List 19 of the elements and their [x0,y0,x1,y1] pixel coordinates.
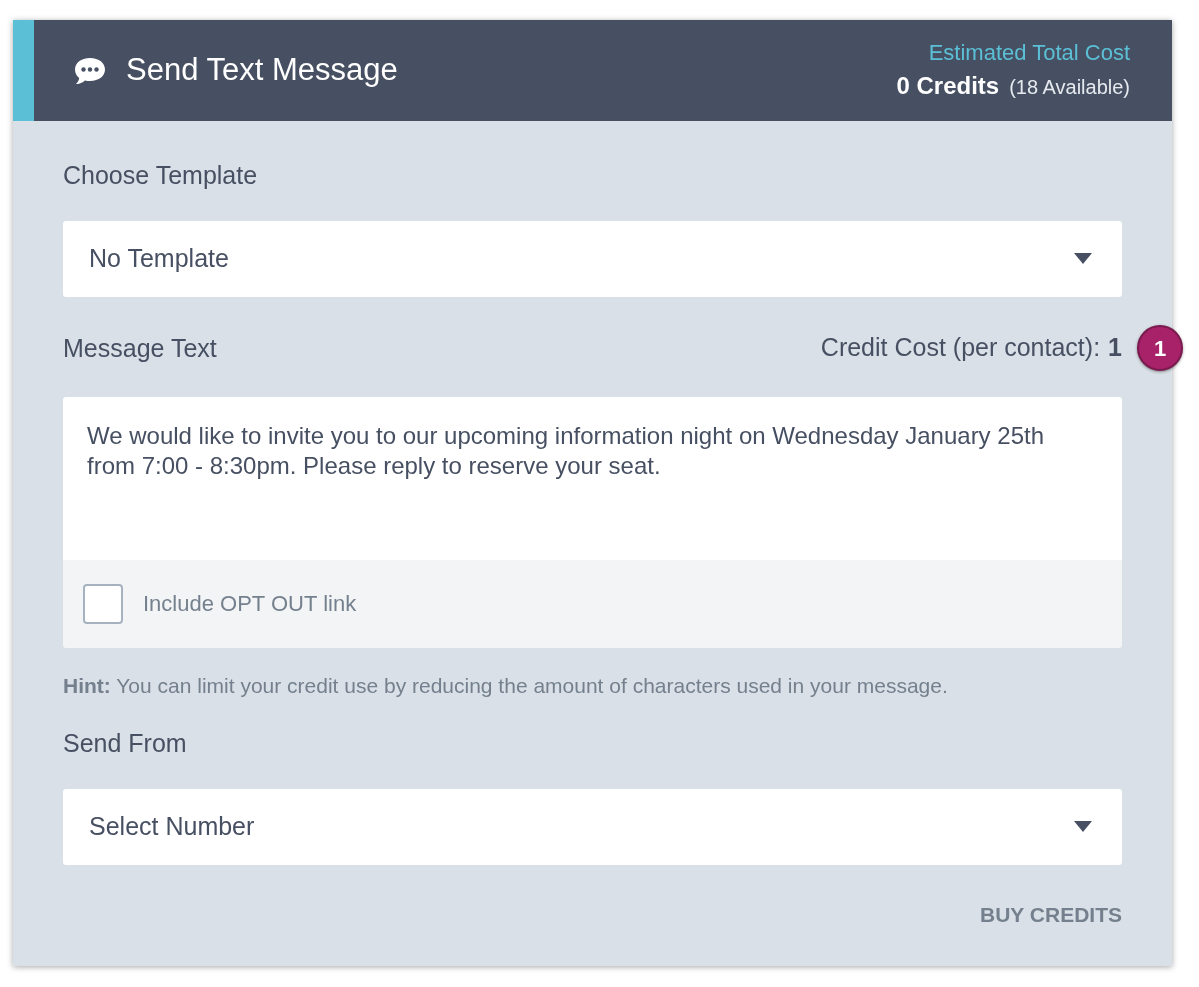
field-label: Send From [63,728,188,759]
field-label: Message Text [63,332,217,364]
field-label: Choose Template [63,160,259,191]
cost-label: Estimated Total Cost [928,38,1130,67]
dropdown[interactable]: Select Number [63,789,1122,865]
step-badge: 1 [1137,325,1183,371]
credits-total: 0 Credits [896,70,1000,101]
dialog-title: Send Text Message [126,51,398,90]
checkbox[interactable] [83,583,123,624]
message-field[interactable]: We would like to invite you to our upcoming information night on Wednesday January 25th from 7:00 - 8:30pm. Please reply to reserve your seat. [63,396,1122,560]
caret-icon [1074,253,1092,265]
hint-text: Hint: You can limit your credit use by reducing the amount of characters used in your message. [63,672,949,699]
chat-bubble-icon [74,56,106,85]
caret-icon [1074,821,1092,833]
dropdown[interactable]: No Template [63,221,1122,297]
credit-cost-value: 1 [1108,332,1122,363]
credit-cost-label: Credit Cost (per contact): [820,332,1101,363]
checkbox-label: Include OPT OUT link [143,590,357,618]
available-credits: (18 Available) [1009,74,1130,100]
